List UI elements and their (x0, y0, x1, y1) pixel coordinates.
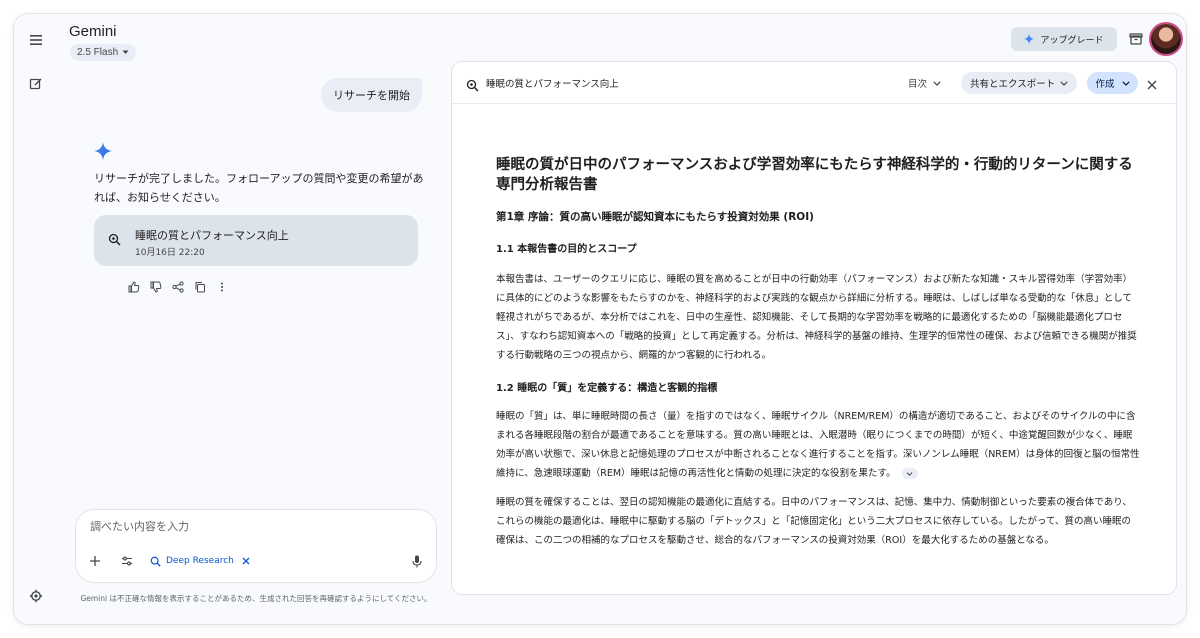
report-heading: 睡眠の質が日中のパフォーマンスおよび学習効率にもたらす神経科学的・行動的リターン… (496, 157, 1133, 193)
section-heading: 1.2 睡眠の「質」を定義する：構造と客観的指標 (496, 383, 718, 394)
app-title: Gemini (69, 23, 117, 40)
menu-icon[interactable] (24, 28, 48, 52)
toc-button[interactable]: 目次 (908, 76, 941, 90)
disclaimer-text: Gemini は不正確な情報を表示することがあるため、生成された回答を再確認する… (80, 594, 432, 603)
app-window: Gemini 2.5 Flash アップグレード リサーチを開始 リサーチが完了… (14, 14, 1186, 624)
archive-icon[interactable] (1129, 31, 1145, 47)
chevron-down-icon (1121, 80, 1130, 86)
user-message: リサーチを開始 (321, 78, 422, 112)
research-card-timestamp: 10月16日 22:20 (135, 248, 205, 258)
chevron-down-icon (1060, 80, 1068, 86)
deep-research-chip-icon (150, 556, 161, 567)
share-export-button[interactable]: 共有とエクスポート (961, 72, 1077, 94)
deep-research-chip[interactable]: Deep Research (150, 554, 250, 568)
sparkle-icon (1024, 34, 1035, 44)
report-paragraph-text: 睡眠の「質」は、単に睡眠時間の長さ（量）を指すのではなく、睡眠サイクル（NREM… (496, 411, 1140, 479)
microphone-icon[interactable] (410, 554, 424, 568)
report-paragraph: 睡眠の「質」は、単に睡眠時間の長さ（量）を指すのではなく、睡眠サイクル（NREM… (496, 407, 1140, 483)
share-icon[interactable] (171, 280, 184, 293)
chevron-down-icon (933, 80, 941, 86)
upgrade-button[interactable]: アップグレード (1011, 27, 1117, 51)
gemini-sparkle-icon (94, 142, 114, 162)
tools-icon[interactable] (120, 554, 134, 568)
settings-icon[interactable] (24, 584, 48, 608)
left-rail (14, 14, 58, 624)
chapter-heading: 第1章 序論：質の高い睡眠が認知資本にもたらす投資対効果 (ROI) (496, 211, 814, 223)
more-options-icon[interactable] (215, 280, 228, 293)
assistant-reply: リサーチが完了しました。フォローアップの質問や変更の希望があれば、お知らせくださ… (94, 172, 424, 204)
create-label: 作成 (1095, 79, 1115, 90)
new-chat-icon[interactable] (24, 72, 48, 96)
research-result-card[interactable]: 睡眠の質とパフォーマンス向上 10月16日 22:20 (94, 215, 418, 266)
deep-research-icon (466, 77, 479, 92)
deep-research-label: Deep Research (166, 556, 234, 566)
close-icon[interactable] (1146, 76, 1160, 90)
share-export-label: 共有とエクスポート (970, 79, 1056, 90)
toc-label: 目次 (908, 79, 928, 90)
thumbs-up-icon[interactable] (127, 280, 140, 293)
report-paragraph: 本報告書は、ユーザーのクエリに応じ、睡眠の質を高めることが日中の行動効率（パフォ… (496, 274, 1137, 361)
create-button[interactable]: 作成 (1087, 72, 1138, 94)
prompt-input[interactable]: 調べたい内容を入力 (90, 518, 189, 534)
prompt-composer: 調べたい内容を入力 Deep Research (76, 510, 436, 582)
section-heading: 1.1 本報告書の目的とスコープ (496, 244, 637, 255)
report-panel-title: 睡眠の質とパフォーマンス向上 (486, 79, 619, 90)
thumbs-down-icon[interactable] (149, 280, 162, 293)
research-card-title: 睡眠の質とパフォーマンス向上 (135, 229, 289, 242)
expand-chip[interactable] (901, 468, 918, 479)
report-paragraph: 睡眠の質を確保することは、翌日の認知機能の最適化に直結する。日中のパフォーマンス… (496, 497, 1132, 546)
report-document: 睡眠の質が日中のパフォーマンスおよび学習効率にもたらす神経科学的・行動的リターン… (496, 155, 1140, 550)
response-actions (127, 280, 228, 293)
copy-icon[interactable] (193, 280, 206, 293)
remove-chip-icon[interactable] (242, 557, 250, 565)
model-selector[interactable]: 2.5 Flash (70, 44, 137, 61)
chevron-down-icon (906, 471, 913, 476)
model-label: 2.5 Flash (77, 47, 119, 58)
caret-down-icon (122, 50, 129, 54)
report-panel: 睡眠の質とパフォーマンス向上 目次 共有とエクスポート 作成 睡眠の質が日中のパ… (452, 62, 1176, 594)
avatar[interactable] (1151, 24, 1181, 54)
upgrade-label: アップグレード (1040, 35, 1104, 46)
add-icon[interactable] (88, 554, 102, 568)
report-panel-header: 睡眠の質とパフォーマンス向上 目次 共有とエクスポート 作成 (452, 62, 1176, 104)
deep-research-icon (108, 231, 122, 246)
